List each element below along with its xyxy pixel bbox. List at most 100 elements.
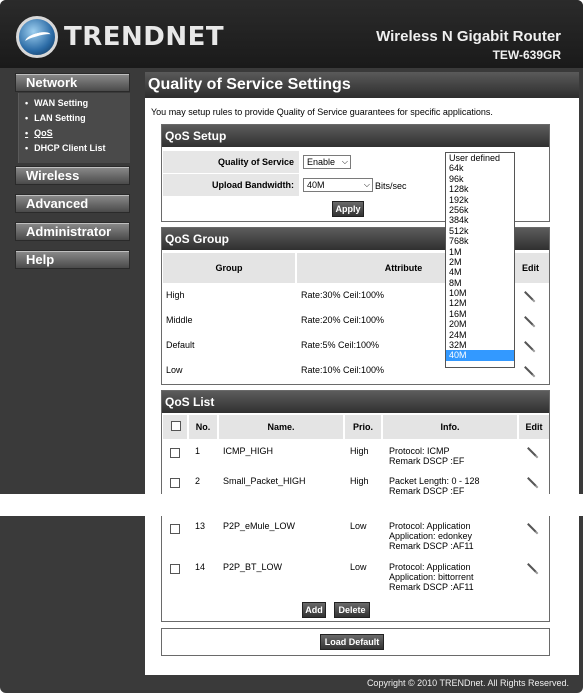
- bandwidth-option[interactable]: 64k: [446, 163, 514, 173]
- col-edit: Edit: [519, 415, 549, 439]
- bandwidth-option[interactable]: 96k: [446, 174, 514, 184]
- bandwidth-option[interactable]: 512k: [446, 226, 514, 236]
- rule-no: 1: [195, 446, 201, 456]
- edit-pencil-icon[interactable]: [524, 366, 534, 376]
- bandwidth-option[interactable]: 256k: [446, 205, 514, 215]
- rule-info-line1: Protocol: ICMP: [389, 446, 450, 456]
- page-title-bar: Quality of Service Settings: [145, 72, 579, 98]
- rule-no: 14: [195, 562, 206, 572]
- nav-item-wan-setting[interactable]: WAN Setting: [19, 96, 130, 111]
- header: TRENDNET Wireless N Gigabit Router TEW-6…: [0, 0, 583, 68]
- bandwidth-option[interactable]: 128k: [446, 184, 514, 194]
- nav-wireless[interactable]: Wireless: [15, 166, 130, 185]
- edit-pencil-icon[interactable]: [527, 447, 537, 457]
- white-band: [0, 494, 583, 516]
- copyright-footer: Copyright © 2010 TRENDnet. All Rights Re…: [366, 678, 569, 688]
- qos-setup-heading: QoS Setup: [162, 125, 549, 147]
- nav-item-dhcp-client-list[interactable]: DHCP Client List: [19, 141, 130, 156]
- rule-info-line1: Protocol: Application: [389, 562, 471, 572]
- col-prio: Prio.: [345, 415, 383, 439]
- rule-prio: High: [350, 476, 369, 486]
- rule-info-line3: Remark DSCP :AF11: [389, 582, 474, 592]
- bandwidth-option[interactable]: 20M: [446, 319, 514, 329]
- product-info: Wireless N Gigabit Router TEW-639GR: [376, 28, 561, 62]
- edit-pencil-icon[interactable]: [524, 341, 534, 351]
- rule-name: P2P_BT_LOW: [223, 562, 283, 572]
- col-group: Group: [163, 253, 297, 283]
- router-admin-window: TRENDNET Wireless N Gigabit Router TEW-6…: [0, 0, 583, 693]
- bandwidth-option[interactable]: 10M: [446, 288, 514, 298]
- bandwidth-option[interactable]: 2M: [446, 257, 514, 267]
- edit-pencil-icon[interactable]: [527, 523, 537, 533]
- bandwidth-option[interactable]: 192k: [446, 195, 514, 205]
- rule-no: 13: [195, 521, 206, 531]
- nav-administrator[interactable]: Administrator: [15, 222, 130, 241]
- group-attribute: Rate:5% Ceil:100%: [301, 340, 380, 350]
- bandwidth-option-selected[interactable]: 40M: [446, 350, 514, 361]
- bandwidth-option[interactable]: 768k: [446, 236, 514, 246]
- model-name: TEW-639GR: [492, 48, 561, 62]
- row-checkbox[interactable]: [170, 448, 180, 458]
- col-no: No.: [189, 415, 219, 439]
- rule-no: 2: [195, 476, 201, 486]
- nav-item-qos[interactable]: QoS: [19, 126, 130, 141]
- col-name: Name.: [219, 415, 345, 439]
- col-select: [163, 415, 189, 439]
- group-name: High: [166, 290, 185, 300]
- row-checkbox[interactable]: [170, 564, 180, 574]
- upload-bandwidth-dropdown-list[interactable]: User defined 64k 96k 128k 192k 256k 384k…: [445, 152, 515, 368]
- upload-bandwidth-label: Upload Bandwidth:: [163, 174, 299, 196]
- upload-bandwidth-value: 40M: [307, 180, 325, 190]
- bandwidth-option[interactable]: 8M: [446, 278, 514, 288]
- qos-list-heading: QoS List: [162, 391, 549, 413]
- row-checkbox[interactable]: [170, 524, 180, 534]
- rule-name: Small_Packet_HIGH: [223, 476, 306, 486]
- select-all-checkbox[interactable]: [171, 421, 181, 431]
- bandwidth-option[interactable]: 384k: [446, 215, 514, 225]
- main-content: Quality of Service Settings You may setu…: [145, 72, 579, 675]
- load-default-button[interactable]: Load Default: [320, 634, 384, 650]
- upload-unit: Bits/sec: [375, 181, 407, 191]
- col-info: Info.: [383, 415, 519, 439]
- bandwidth-option[interactable]: 12M: [446, 298, 514, 308]
- edit-pencil-icon[interactable]: [524, 316, 534, 326]
- edit-pencil-icon[interactable]: [524, 291, 534, 301]
- col-edit: Edit: [512, 253, 549, 283]
- page-intro: You may setup rules to provide Quality o…: [151, 107, 493, 117]
- group-name: Default: [166, 340, 195, 350]
- rule-info-line2: Remark DSCP :EF: [389, 456, 465, 466]
- bandwidth-option[interactable]: User defined: [446, 153, 514, 163]
- apply-button[interactable]: Apply: [332, 201, 364, 217]
- bandwidth-option[interactable]: 1M: [446, 247, 514, 257]
- group-attribute: Rate:30% Ceil:100%: [301, 290, 385, 300]
- delete-button[interactable]: Delete: [334, 602, 370, 618]
- add-button[interactable]: Add: [302, 602, 326, 618]
- nav-network[interactable]: Network: [15, 73, 130, 92]
- nav-help[interactable]: Help: [15, 250, 130, 269]
- rule-name: P2P_eMule_LOW: [223, 521, 296, 531]
- bandwidth-option[interactable]: 16M: [446, 309, 514, 319]
- upload-bandwidth-select[interactable]: 40M ⌵: [303, 178, 373, 192]
- qos-enable-select[interactable]: Enable ⌵: [303, 155, 351, 169]
- rule-info-line3: Remark DSCP :AF11: [389, 541, 474, 551]
- group-attribute: Rate:10% Ceil:100%: [301, 365, 385, 375]
- edit-pencil-icon[interactable]: [527, 477, 537, 487]
- edit-pencil-icon[interactable]: [527, 563, 537, 573]
- group-name: Low: [166, 365, 183, 375]
- chevron-down-icon: ⌵: [341, 157, 348, 166]
- rule-info-line2: Application: bittorrent: [389, 572, 474, 582]
- bandwidth-option[interactable]: 32M: [446, 340, 514, 350]
- group-name: Middle: [166, 315, 193, 325]
- bandwidth-option[interactable]: 24M: [446, 330, 514, 340]
- qos-enable-value: Enable: [307, 157, 336, 167]
- chevron-down-icon: ⌵: [363, 180, 370, 189]
- row-checkbox[interactable]: [170, 478, 180, 488]
- rule-name: ICMP_HIGH: [223, 446, 274, 456]
- sidebar: Network WAN Setting LAN Setting QoS DHCP…: [0, 68, 145, 688]
- page-title: Quality of Service Settings: [148, 76, 351, 93]
- bandwidth-option[interactable]: 4M: [446, 267, 514, 277]
- load-default-section: Load Default: [161, 628, 550, 656]
- rule-info-line1: Packet Length: 0 - 128: [389, 476, 480, 486]
- nav-item-lan-setting[interactable]: LAN Setting: [19, 111, 130, 126]
- nav-advanced[interactable]: Advanced: [15, 194, 130, 213]
